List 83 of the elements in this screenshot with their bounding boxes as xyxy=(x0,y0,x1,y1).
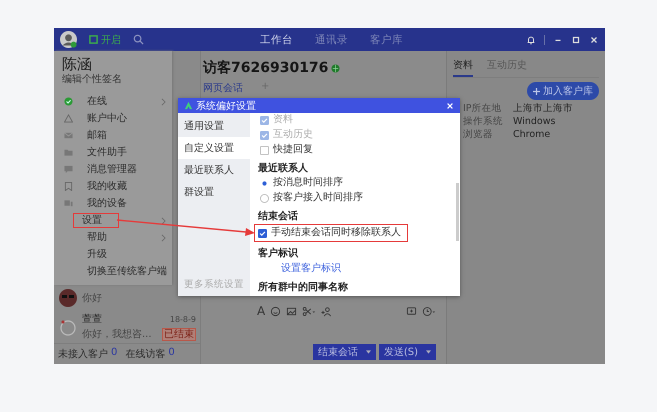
scissors-icon[interactable] xyxy=(302,306,316,316)
menu-item[interactable]: 邮箱 xyxy=(83,128,111,143)
folder-icon xyxy=(64,148,73,157)
settings-nav-item[interactable]: 最近联系人 xyxy=(178,159,250,181)
plus-icon xyxy=(533,88,540,94)
section-heading: 最近联系人 xyxy=(258,162,308,175)
image-icon[interactable] xyxy=(286,306,298,316)
menu-item[interactable]: 在线 xyxy=(83,94,111,109)
avatar[interactable] xyxy=(60,31,77,48)
signature-link[interactable]: 编辑个性签名 xyxy=(54,73,172,93)
checkbox[interactable] xyxy=(260,146,269,154)
search-icon[interactable] xyxy=(133,34,144,45)
caret-icon xyxy=(426,350,431,354)
menu-item[interactable]: 升级 xyxy=(83,247,111,262)
message-icon xyxy=(64,165,73,174)
text-format-button[interactable]: A xyxy=(257,304,266,318)
section-heading: 客户标识 xyxy=(258,247,298,260)
add-customer-button[interactable]: 加入客户库 xyxy=(527,82,599,100)
clock-icon[interactable] xyxy=(422,306,436,316)
checkbox-option[interactable]: 手动结束会话同时移除联系人 xyxy=(254,224,408,242)
end-session-button[interactable]: 结束会话 xyxy=(312,344,376,360)
settings-nav-item[interactable]: 群设置 xyxy=(178,181,250,203)
menu-item[interactable]: 我的设备 xyxy=(83,196,131,211)
caret-icon xyxy=(366,350,371,354)
status-icon xyxy=(89,35,98,44)
radio-option[interactable]: 按客户接入时间排序 xyxy=(258,191,365,205)
triangle-icon xyxy=(64,114,73,123)
user-name: 陈涵 xyxy=(61,55,93,73)
counter-label: 在线访客 xyxy=(125,348,166,361)
check-circle-icon xyxy=(64,97,73,106)
counter-label: 未接入客户 xyxy=(58,348,108,361)
visitor-title: 访客7626930176 xyxy=(203,59,328,77)
screen-icon[interactable] xyxy=(406,306,417,316)
close-icon[interactable] xyxy=(589,34,599,44)
menu-item[interactable]: 设置 xyxy=(73,213,119,228)
status-label: 开启 xyxy=(101,34,121,46)
dialog-title: 系统偏好设置 xyxy=(196,100,256,112)
send-button[interactable]: 发送(S) xyxy=(378,344,436,360)
menu-item[interactable]: 切换至传统客户端 xyxy=(83,264,171,279)
mail-icon xyxy=(64,131,73,140)
link[interactable]: 设置客户标识 xyxy=(258,261,342,276)
bell-icon[interactable] xyxy=(526,34,536,44)
message-preview: 你好，我想咨... xyxy=(82,328,152,341)
counter-value: 0 xyxy=(168,347,175,360)
status-tag: 已结束 xyxy=(162,328,196,340)
field-label: IP所在地 xyxy=(463,102,503,115)
field-value: Windows xyxy=(513,115,556,128)
settings-nav-item[interactable]: 自定义设置 xyxy=(178,137,250,159)
radio-option[interactable]: 按消息时间排序 xyxy=(258,176,345,190)
menu-item[interactable]: 帮助 xyxy=(83,230,111,245)
logo-icon xyxy=(184,101,193,110)
settings-nav-item[interactable]: 通用设置 xyxy=(178,115,250,137)
conversation-item[interactable]: 萱萱 18-8-9 你好，我想咨... 已结束 xyxy=(54,310,200,343)
message-preview: 你好 xyxy=(82,292,102,305)
menu-item[interactable]: 我的收藏 xyxy=(83,179,131,194)
device-icon xyxy=(64,199,73,208)
conversation-date: 18-8-9 xyxy=(170,314,196,324)
section-heading: 所有群中的同事名称 xyxy=(258,281,348,294)
field-value: Chrome xyxy=(513,128,550,141)
maximize-icon[interactable] xyxy=(571,34,581,44)
menu-item[interactable]: 文件助手 xyxy=(83,145,131,160)
menu-item[interactable]: 账户中心 xyxy=(83,111,131,126)
avatar xyxy=(58,288,78,308)
checkbox-option[interactable]: 快捷回复 xyxy=(258,143,315,157)
status-toggle[interactable]: 开启 xyxy=(89,32,121,46)
user-add-icon[interactable] xyxy=(321,306,332,316)
scrollbar[interactable] xyxy=(456,183,459,241)
selected-radio[interactable] xyxy=(260,178,269,188)
counter-value: 0 xyxy=(111,347,118,360)
nav-tab[interactable]: 客户库 xyxy=(370,32,403,46)
section-heading: 结束会话 xyxy=(258,210,298,223)
contact-name: 萱萱 xyxy=(82,312,102,326)
field-label: 浏览器 xyxy=(463,128,494,141)
nav-tab[interactable]: 工作台 xyxy=(260,32,293,46)
bookmark-icon xyxy=(64,182,73,191)
field-label: 操作系统 xyxy=(463,115,504,128)
menu-item[interactable]: 消息管理器 xyxy=(83,162,141,177)
field-value: 上海市上海市 xyxy=(513,102,573,115)
radio[interactable] xyxy=(260,194,269,202)
smiley-icon[interactable] xyxy=(270,306,282,316)
info-tab[interactable]: 资料 xyxy=(453,58,473,77)
checked-checkbox[interactable] xyxy=(258,228,267,238)
nav-tab[interactable]: 通讯录 xyxy=(315,32,348,46)
